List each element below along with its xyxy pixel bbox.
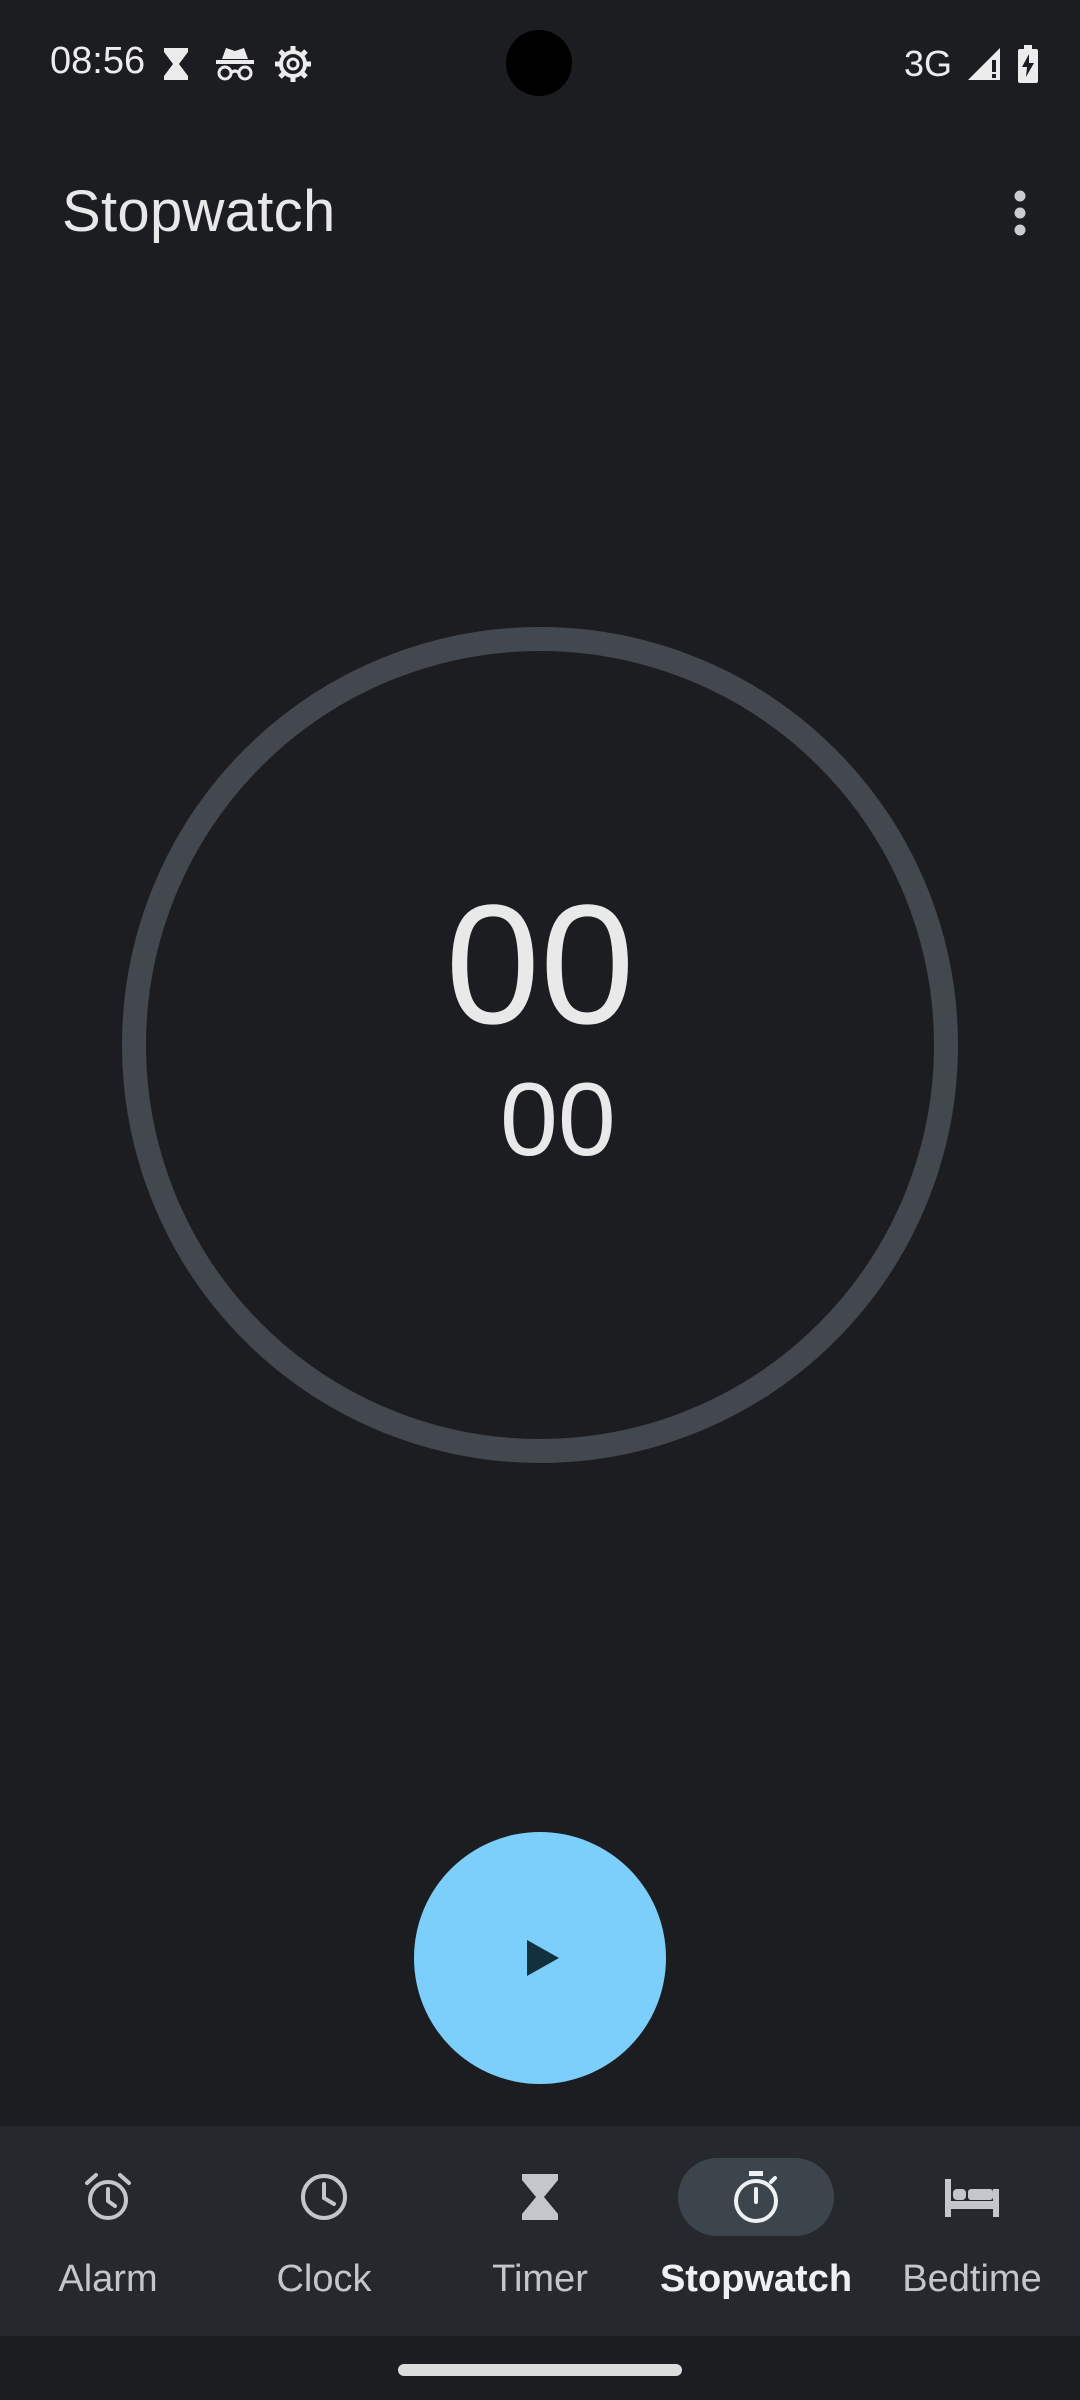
incognito-icon [216,48,254,81]
signal-icon [968,48,1000,80]
stopwatch-hundredths: 00 [500,1062,616,1178]
camera-cutout [506,30,572,96]
alarm-icon [85,2173,131,2220]
status-right-group: 3G [904,40,1040,88]
nav-item-alarm[interactable]: Alarm [0,2126,216,2336]
nav-label-stopwatch: Stopwatch [659,2258,853,2300]
nav-pill [894,2158,1050,2236]
clock-icon [301,2174,347,2220]
play-icon [527,1940,559,1976]
bed-icon [945,2179,999,2217]
nav-label-bedtime: Bedtime [902,2258,1042,2300]
start-button[interactable] [414,1832,666,2084]
status-bar: 08:56 3G [0,0,1080,128]
nav-pill-active [678,2158,834,2236]
nav-item-clock[interactable]: Clock [216,2126,432,2336]
network-type-label: 3G [903,43,952,84]
nav-label-timer: Timer [492,2258,588,2300]
more-vert-icon [1014,190,1026,236]
stopwatch-icon [734,2171,778,2223]
nav-item-stopwatch[interactable]: Stopwatch [648,2126,864,2336]
gesture-navigation-bar[interactable] [398,2364,682,2376]
bottom-navigation: Alarm Clock Timer Stopwatch Bedtime [0,2126,1080,2336]
nav-item-timer[interactable]: Timer [432,2126,648,2336]
nav-pill [30,2158,186,2236]
nav-pill [462,2158,618,2236]
hourglass-icon [164,48,188,80]
hourglass-icon [522,2174,558,2220]
nav-item-bedtime[interactable]: Bedtime [864,2126,1080,2336]
nav-label-alarm: Alarm [58,2258,158,2300]
more-options-button[interactable] [980,170,1060,256]
status-time: 08:56 [50,40,146,82]
stopwatch-seconds: 00 [445,870,635,1060]
page-title: Stopwatch [62,179,336,244]
nav-pill [246,2158,402,2236]
battery-charging-icon [1018,45,1038,83]
settings-gear-icon [275,46,311,82]
nav-label-clock: Clock [276,2258,372,2300]
